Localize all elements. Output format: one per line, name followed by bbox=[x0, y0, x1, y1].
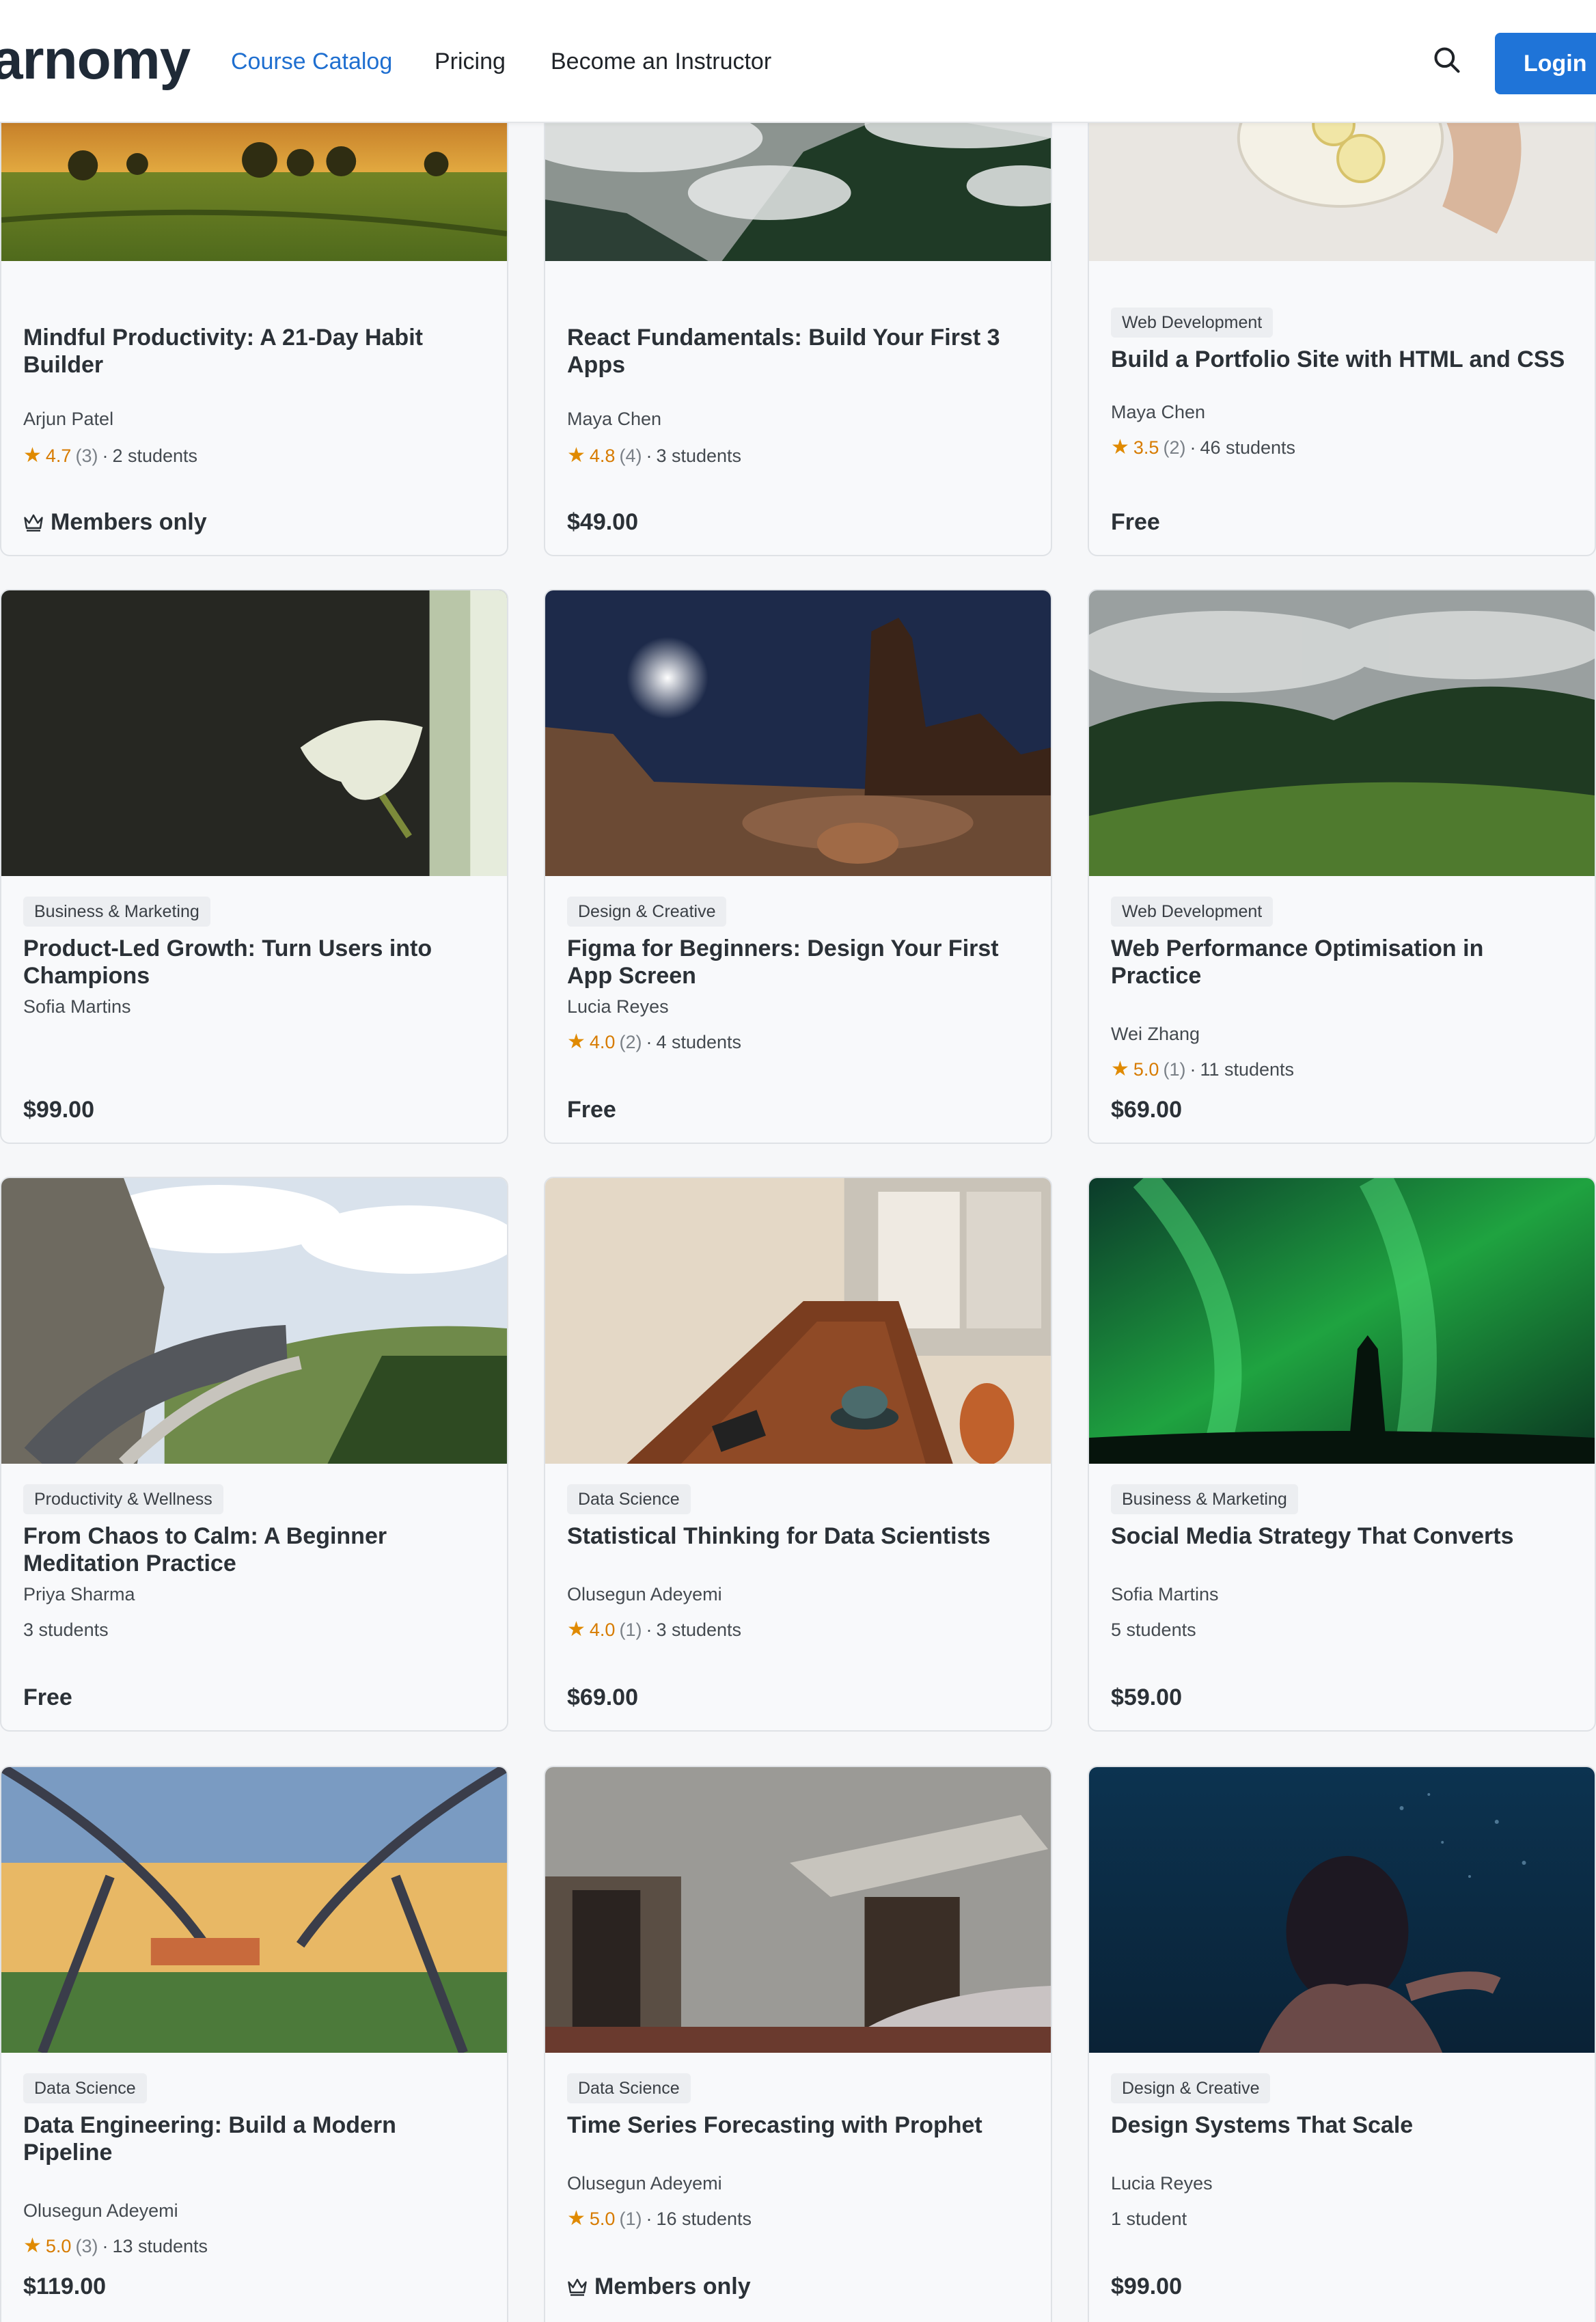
course-rating: ★ 3.5 (2) · 46 students bbox=[1111, 436, 1296, 459]
course-rating: ★ 4.0 (1) · 3 students bbox=[567, 1618, 742, 1641]
course-card[interactable]: Mindful Productivity: A 21-Day Habit Bui… bbox=[0, 96, 508, 556]
course-title[interactable]: Data Engineering: Build a Modern Pipelin… bbox=[23, 2112, 485, 2166]
search-icon bbox=[1434, 47, 1460, 73]
crown-icon bbox=[24, 514, 43, 532]
star-icon: ★ bbox=[567, 1030, 586, 1053]
course-instructor: Olusegun Adeyemi bbox=[567, 1584, 722, 1604]
course-instructor: Sofia Martins bbox=[1111, 1584, 1219, 1604]
course-title[interactable]: Statistical Thinking for Data Scientists bbox=[567, 1522, 1029, 1550]
crown-icon bbox=[568, 2278, 587, 2296]
course-price: Free bbox=[1111, 509, 1160, 535]
course-card[interactable]: Web Development Build a Portfolio Site w… bbox=[1088, 96, 1596, 556]
course-title[interactable]: From Chaos to Calm: A Beginner Meditatio… bbox=[23, 1522, 485, 1577]
course-title[interactable]: Mindful Productivity: A 21-Day Habit Bui… bbox=[23, 324, 485, 379]
course-category-badge: Data Science bbox=[567, 2073, 691, 2103]
course-title[interactable]: Web Performance Optimisation in Practice bbox=[1111, 935, 1573, 989]
nav-become-instructor[interactable]: Become an Instructor bbox=[551, 48, 771, 75]
course-instructor: Maya Chen bbox=[1111, 402, 1206, 422]
course-instructor: Lucia Reyes bbox=[567, 996, 669, 1017]
course-thumbnail bbox=[545, 1767, 1051, 2053]
course-thumbnail bbox=[1, 1178, 507, 1464]
nav-pricing[interactable]: Pricing bbox=[435, 48, 506, 75]
star-icon: ★ bbox=[1111, 436, 1129, 459]
course-rating: ★ 4.8 (4) · 3 students bbox=[567, 444, 742, 467]
course-thumbnail bbox=[545, 590, 1051, 876]
star-icon: ★ bbox=[567, 2207, 586, 2230]
nav-course-catalog[interactable]: Course Catalog bbox=[231, 48, 392, 75]
course-category-badge: Design & Creative bbox=[1111, 2073, 1271, 2103]
course-rating: ★ 4.0 (2) · 4 students bbox=[567, 1030, 742, 1053]
course-price: $59.00 bbox=[1111, 1684, 1182, 1710]
course-thumbnail bbox=[1089, 1178, 1595, 1464]
course-price: Free bbox=[23, 1684, 72, 1710]
course-category-badge: Business & Marketing bbox=[23, 897, 210, 927]
course-thumbnail bbox=[1, 590, 507, 876]
course-instructor: Lucia Reyes bbox=[1111, 2173, 1213, 2194]
course-title[interactable]: Figma for Beginners: Design Your First A… bbox=[567, 935, 1029, 989]
course-card[interactable]: Data Science Time Series Forecasting wit… bbox=[544, 1766, 1052, 2322]
course-rating: ★ 4.7 (3) · 2 students bbox=[23, 444, 198, 467]
course-rating: ★ 5.0 (3) · 13 students bbox=[23, 2235, 208, 2257]
star-icon: ★ bbox=[23, 444, 42, 467]
course-title[interactable]: Social Media Strategy That Converts bbox=[1111, 1522, 1573, 1550]
course-instructor: Wei Zhang bbox=[1111, 1024, 1200, 1044]
course-title[interactable]: Product-Led Growth: Turn Users into Cham… bbox=[23, 935, 485, 989]
course-thumbnail bbox=[1089, 1767, 1595, 2053]
course-title[interactable]: React Fundamentals: Build Your First 3 A… bbox=[567, 324, 1029, 379]
course-students: 5 students bbox=[1111, 1620, 1196, 1640]
star-icon: ★ bbox=[23, 2235, 42, 2257]
star-icon: ★ bbox=[567, 1618, 586, 1641]
course-thumbnail bbox=[1089, 590, 1595, 876]
course-price: $49.00 bbox=[567, 509, 638, 535]
course-card[interactable]: Business & Marketing Social Media Strate… bbox=[1088, 1177, 1596, 1732]
course-title[interactable]: Time Series Forecasting with Prophet bbox=[567, 2112, 1029, 2139]
login-button[interactable]: Login bbox=[1495, 33, 1596, 94]
course-title[interactable]: Build a Portfolio Site with HTML and CSS bbox=[1111, 346, 1573, 373]
course-students: 1 student bbox=[1111, 2209, 1187, 2229]
top-navbar: arnomy Course Catalog Pricing Become an … bbox=[0, 0, 1596, 123]
course-card[interactable]: Design & Creative Figma for Beginners: D… bbox=[544, 589, 1052, 1144]
course-instructor: Sofia Martins bbox=[23, 996, 131, 1017]
course-thumbnail bbox=[545, 1178, 1051, 1464]
course-instructor: Arjun Patel bbox=[23, 409, 114, 429]
course-card[interactable]: React Fundamentals: Build Your First 3 A… bbox=[544, 96, 1052, 556]
course-category-badge: Web Development bbox=[1111, 897, 1274, 927]
course-instructor: Maya Chen bbox=[567, 409, 662, 429]
star-icon: ★ bbox=[1111, 1058, 1129, 1080]
course-card[interactable]: Productivity & Wellness From Chaos to Ca… bbox=[0, 1177, 508, 1732]
course-instructor: Priya Sharma bbox=[23, 1584, 135, 1604]
course-title[interactable]: Design Systems That Scale bbox=[1111, 2112, 1573, 2139]
course-price: Free bbox=[567, 1097, 616, 1123]
course-card[interactable]: Design & Creative Design Systems That Sc… bbox=[1088, 1766, 1596, 2322]
course-card[interactable]: Business & Marketing Product-Led Growth:… bbox=[0, 589, 508, 1144]
site-logo[interactable]: arnomy bbox=[0, 26, 191, 94]
course-price: $119.00 bbox=[23, 2273, 107, 2299]
course-price: Members only bbox=[567, 2273, 751, 2300]
course-card[interactable]: Web Development Web Performance Optimisa… bbox=[1088, 589, 1596, 1144]
course-instructor: Olusegun Adeyemi bbox=[23, 2200, 178, 2221]
course-rating: ★ 5.0 (1) · 16 students bbox=[567, 2207, 752, 2230]
course-rating: ★ 5.0 (1) · 11 students bbox=[1111, 1058, 1295, 1080]
course-category-badge: Business & Marketing bbox=[1111, 1484, 1298, 1514]
course-price: Members only bbox=[23, 508, 207, 536]
course-category-badge: Data Science bbox=[567, 1484, 691, 1514]
course-price: $69.00 bbox=[567, 1684, 638, 1710]
course-instructor: Olusegun Adeyemi bbox=[567, 2173, 722, 2194]
course-price: $99.00 bbox=[1111, 2273, 1182, 2299]
course-price: $69.00 bbox=[1111, 1097, 1182, 1123]
course-students: 3 students bbox=[23, 1620, 109, 1640]
course-category-badge: Productivity & Wellness bbox=[23, 1484, 223, 1514]
course-card[interactable]: Data Science Statistical Thinking for Da… bbox=[544, 1177, 1052, 1732]
search-button[interactable] bbox=[1428, 41, 1466, 79]
course-price: $99.00 bbox=[23, 1097, 94, 1123]
course-category-badge: Data Science bbox=[23, 2073, 147, 2103]
star-icon: ★ bbox=[567, 444, 586, 467]
course-category-badge: Web Development bbox=[1111, 308, 1274, 338]
course-thumbnail bbox=[1, 1767, 507, 2053]
course-category-badge: Design & Creative bbox=[567, 897, 727, 927]
course-card[interactable]: Data Science Data Engineering: Build a M… bbox=[0, 1766, 508, 2322]
